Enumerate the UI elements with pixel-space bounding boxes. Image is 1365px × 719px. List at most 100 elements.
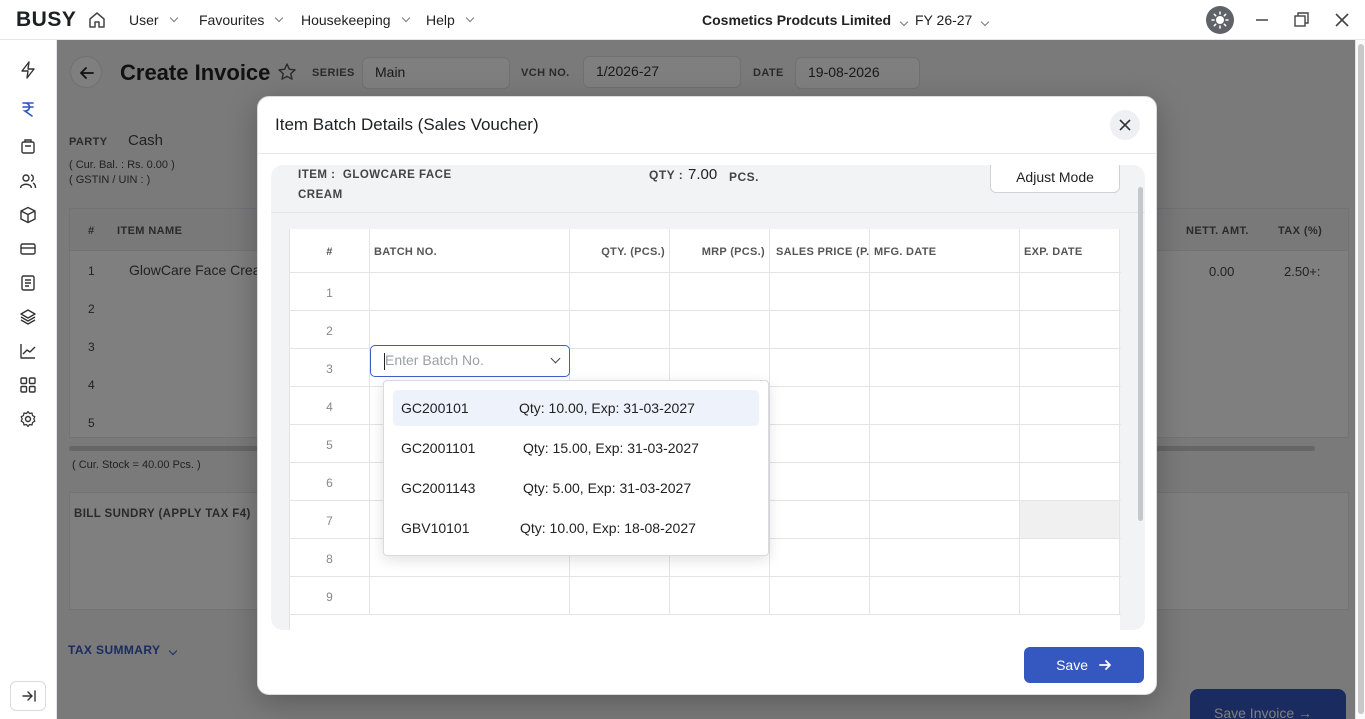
batch-option[interactable]: GC2001101 Qty: 15.00, Exp: 31-03-2027 [393,430,759,466]
company-name: Cosmetics Prodcuts Limited [702,12,892,28]
menu-housekeeping[interactable]: Housekeeping [301,12,410,28]
exp-date-cell[interactable] [1020,539,1120,576]
close-dialog-button[interactable] [1110,110,1140,140]
close-window-icon[interactable] [1332,10,1352,30]
grid-icon[interactable] [19,376,37,394]
exp-date-cell[interactable] [1020,387,1120,424]
exp-date-cell[interactable] [1020,577,1120,614]
app-logo: BUSY [16,8,77,31]
adjust-mode-button[interactable]: Adjust Mode [990,165,1120,193]
sales-price-cell[interactable] [770,311,870,348]
batch-dropdown-list: GC200101 Qty: 10.00, Exp: 31-03-2027 GC2… [383,380,769,556]
page-scrollbar-thumb[interactable] [1358,44,1364,714]
col-exp-date: EXP. DATE [1020,229,1120,272]
theme-toggle-button[interactable] [1206,6,1234,34]
menu-housekeeping-label: Housekeeping [301,12,391,28]
fy-selector[interactable]: FY 26-27 [915,12,990,28]
purchase-bag-icon[interactable] [19,137,37,155]
chart-icon[interactable] [19,342,37,360]
sales-price-cell[interactable] [770,463,870,500]
mfg-date-cell[interactable] [870,539,1020,576]
batch-option-code: GBV10101 [401,520,470,536]
exp-date-cell[interactable] [1020,501,1120,538]
batch-option[interactable]: GBV10101 Qty: 10.00, Exp: 18-08-2027 [393,510,759,546]
minimize-icon[interactable] [1252,10,1272,30]
qty-unit: PCS. [729,170,760,184]
mfg-date-cell[interactable] [870,311,1020,348]
layers-icon[interactable] [19,308,37,326]
item-info: ITEM : GLOWCARE FACE CREAM [298,165,452,205]
mrp-cell[interactable] [670,273,770,310]
panel-scrollbar-thumb[interactable] [1138,187,1143,521]
sales-price-cell[interactable] [770,501,870,538]
close-icon [1119,119,1131,131]
batch-option-info: Qty: 10.00, Exp: 31-03-2027 [519,400,695,416]
item-name-line2: CREAM [298,189,343,201]
sales-price-cell[interactable] [770,349,870,386]
sales-price-cell[interactable] [770,425,870,462]
users-icon[interactable] [19,172,37,190]
row-number: 4 [290,387,370,424]
mrp-cell[interactable] [670,577,770,614]
batch-no-placeholder: Enter Batch No. [385,352,484,368]
save-button[interactable]: Save [1024,647,1144,683]
save-label: Save [1056,657,1089,673]
exp-date-cell[interactable] [1020,311,1120,348]
exp-date-cell[interactable] [1020,463,1120,500]
chevron-down-icon [899,17,909,27]
menu-favourites[interactable]: Favourites [199,12,284,28]
exp-date-cell[interactable] [1020,273,1120,310]
qty-label: QTY : [649,168,684,182]
lightning-icon[interactable] [19,61,37,79]
card-icon[interactable] [19,240,37,258]
batch-cell[interactable] [370,311,570,348]
mfg-date-cell[interactable] [870,349,1020,386]
batch-option[interactable]: GC200101 Qty: 10.00, Exp: 31-03-2027 [393,390,759,426]
home-icon[interactable] [88,11,106,29]
chevron-down-icon[interactable] [550,353,561,364]
menu-favourites-label: Favourites [199,12,265,28]
sales-price-cell[interactable] [770,539,870,576]
sales-price-cell[interactable] [770,273,870,310]
menu-help[interactable]: Help [426,12,475,28]
batch-option-code: GC200101 [401,400,469,416]
qty-cell[interactable] [570,311,670,348]
gear-icon[interactable] [19,410,37,428]
document-icon[interactable] [19,274,37,292]
mfg-date-cell[interactable] [870,463,1020,500]
chevron-down-icon [465,13,475,23]
mfg-date-cell[interactable] [870,425,1020,462]
batch-cell[interactable] [370,577,570,614]
batch-option-info: Qty: 5.00, Exp: 31-03-2027 [523,480,692,496]
arrow-right-icon [1099,660,1111,670]
page-scrollbar[interactable] [1355,40,1365,719]
restore-icon[interactable] [1291,10,1311,30]
box-icon[interactable] [19,206,37,224]
menu-user-label: User [129,12,159,28]
qty-cell[interactable] [570,273,670,310]
exp-date-cell[interactable] [1020,425,1120,462]
dialog-divider [258,153,1156,154]
batch-no-input[interactable]: Enter Batch No. [370,345,570,377]
mfg-date-cell[interactable] [870,387,1020,424]
exp-date-cell[interactable] [1020,349,1120,386]
mfg-date-cell[interactable] [870,273,1020,310]
sales-price-cell[interactable] [770,387,870,424]
item-batch-details-dialog: Item Batch Details (Sales Voucher) ITEM … [257,96,1157,695]
batch-option[interactable]: GC2001143 Qty: 5.00, Exp: 31-03-2027 [393,470,759,506]
dialog-title: Item Batch Details (Sales Voucher) [275,115,539,134]
qty-value: 7.00 [688,166,718,183]
expand-rail-button[interactable] [10,681,46,711]
mrp-cell[interactable] [670,311,770,348]
menu-help-label: Help [426,12,455,28]
col-batch-no: BATCH NO. [370,229,570,272]
menu-user[interactable]: User [129,12,178,28]
company-selector[interactable]: Cosmetics Prodcuts Limited [702,12,909,28]
mfg-date-cell[interactable] [870,501,1020,538]
batch-cell[interactable] [370,273,570,310]
batch-option-info: Qty: 10.00, Exp: 18-08-2027 [520,520,696,536]
sales-price-cell[interactable] [770,577,870,614]
mfg-date-cell[interactable] [870,577,1020,614]
rupee-icon[interactable] [19,100,37,118]
qty-cell[interactable] [570,577,670,614]
